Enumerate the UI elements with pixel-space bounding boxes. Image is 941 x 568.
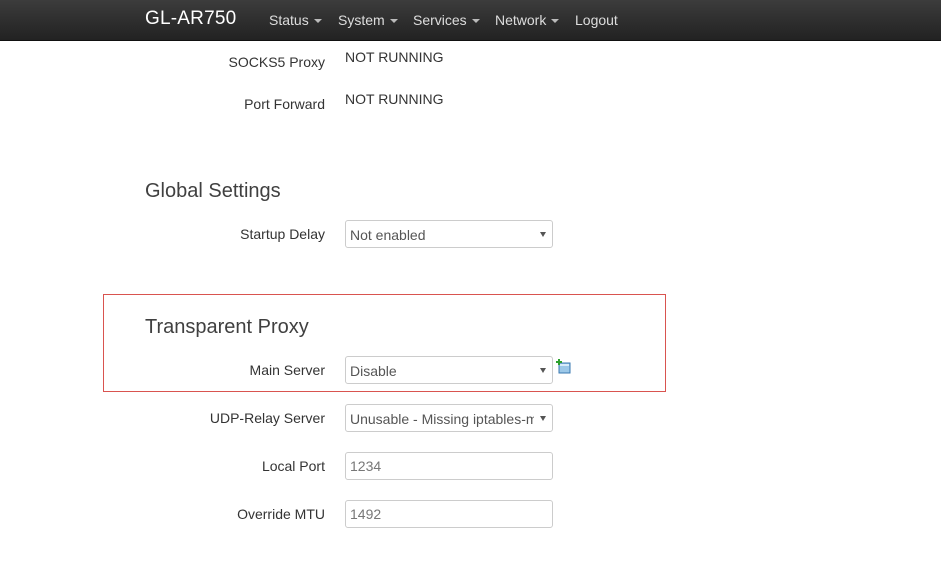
main-server-label: Main Server [249,362,325,378]
chevron-down-icon [551,19,560,24]
chevron-down-icon [313,19,322,24]
nav-menu-status[interactable]: Status [269,12,322,28]
add-server-icon[interactable] [556,359,571,374]
nav-menu-logout-label: Logout [575,12,618,28]
dropdown-arrow-icon [540,416,546,421]
local-port-label: Local Port [261,458,325,474]
override-mtu-input[interactable] [345,500,553,528]
override-mtu-label: Override MTU [237,506,325,522]
udp-relay-server-selected-value: Unusable - Missing iptables-mod-tproxy [350,411,534,427]
nav-menu-logout[interactable]: Logout [575,12,618,28]
port-forward-status: NOT RUNNING [345,91,444,107]
top-navbar: GL-AR750 Status System Services Network … [0,0,941,41]
nav-menu-network-label: Network [495,12,547,28]
dropdown-arrow-icon [540,232,546,237]
transparent-proxy-heading: Transparent Proxy [145,316,309,338]
socks5-proxy-label: SOCKS5 Proxy [228,54,325,70]
nav-menu-system[interactable]: System [338,12,398,28]
nav-menu-services[interactable]: Services [413,12,480,28]
nav-menu-system-label: System [338,12,385,28]
chevron-down-icon [389,19,398,24]
startup-delay-selected-value: Not enabled [350,227,426,243]
udp-relay-server-label: UDP-Relay Server [209,410,325,426]
main-server-select[interactable]: Disable [345,356,553,384]
main-server-selected-value: Disable [350,363,397,379]
socks5-proxy-status: NOT RUNNING [345,49,444,65]
dropdown-arrow-icon [540,368,546,373]
nav-menu-status-label: Status [269,12,309,28]
startup-delay-select[interactable]: Not enabled [345,220,553,248]
nav-menu-network[interactable]: Network [495,12,560,28]
chevron-down-icon [471,19,480,24]
local-port-input[interactable] [345,452,553,480]
global-settings-heading: Global Settings [145,180,281,202]
udp-relay-server-select[interactable]: Unusable - Missing iptables-mod-tproxy [345,404,553,432]
port-forward-label: Port Forward [244,96,325,112]
startup-delay-label: Startup Delay [240,226,325,242]
nav-menu-services-label: Services [413,12,467,28]
brand-title[interactable]: GL-AR750 [145,8,236,30]
